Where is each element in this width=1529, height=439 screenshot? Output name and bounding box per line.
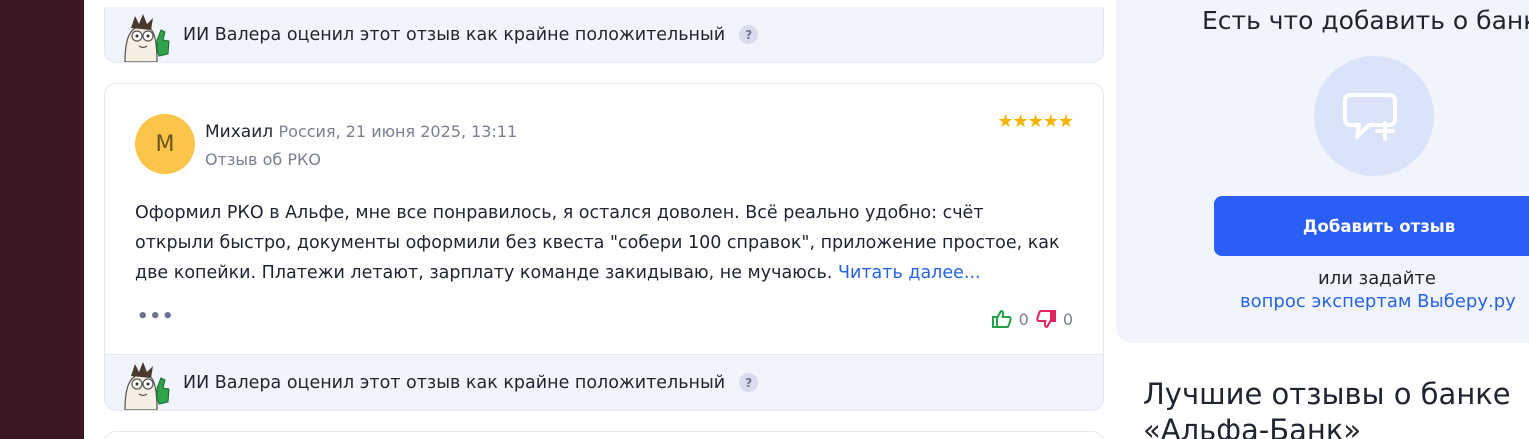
ai-assessment-strip: ИИ Валера оценил этот отзыв как крайне п… <box>104 7 1104 63</box>
valera-mascot-icon <box>124 362 170 410</box>
review-topic[interactable]: Отзыв об РКО <box>205 150 321 169</box>
review-body: Оформил РКО в Альфе, мне все понравилось… <box>135 198 1065 288</box>
author-meta: Россия, 21 июня 2025, 13:11 <box>278 122 518 141</box>
best-reviews-heading: Лучшие отзывы о банке «Альфа-Банк» <box>1143 377 1511 439</box>
left-background-strip <box>0 0 84 439</box>
thumbs-down-icon[interactable] <box>1035 308 1057 330</box>
ask-experts-link[interactable]: вопрос экспертам Выберу.ру <box>1240 291 1516 312</box>
help-icon[interactable]: ? <box>739 373 759 392</box>
add-review-button[interactable]: Добавить отзыв <box>1214 196 1529 256</box>
valera-mascot-icon <box>124 14 170 62</box>
rating-stars: ★★★★★ <box>997 111 1074 132</box>
votes: 0 0 <box>991 308 1073 330</box>
likes-count: 0 <box>1018 309 1029 329</box>
review-card: М Михаил Россия, 21 июня 2025, 13:11 Отз… <box>104 83 1104 355</box>
add-comment-icon <box>1314 56 1434 176</box>
read-more-link[interactable]: Читать далее... <box>838 263 981 283</box>
or-ask-text: или задайте <box>1318 268 1436 289</box>
ai-assessment-text: ИИ Валера оценил этот отзыв как крайне п… <box>183 24 726 45</box>
author-line: Михаил Россия, 21 июня 2025, 13:11 <box>205 122 517 142</box>
panel-title: Есть что добавить о банке <box>1202 6 1529 35</box>
more-options-icon[interactable]: ••• <box>137 306 175 327</box>
author-name[interactable]: Михаил <box>205 122 273 142</box>
ai-assessment-strip: ИИ Валера оценил этот отзыв как крайне п… <box>104 354 1104 411</box>
avatar: М <box>135 114 195 174</box>
thumbs-up-icon[interactable] <box>991 308 1013 330</box>
help-icon[interactable]: ? <box>739 25 759 44</box>
ai-assessment-text: ИИ Валера оценил этот отзыв как крайне п… <box>183 372 726 393</box>
dislikes-count: 0 <box>1062 309 1073 329</box>
next-review-card <box>104 431 1104 439</box>
chat-plus-icon <box>1343 93 1397 141</box>
